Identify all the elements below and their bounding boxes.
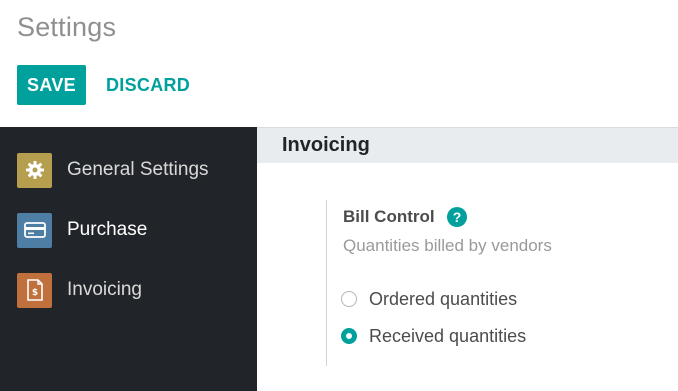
setting-description: Quantities billed by vendors (343, 236, 552, 255)
sidebar-item-label: Purchase (67, 219, 148, 240)
setting-title: Bill Control (343, 207, 435, 226)
question-circle-icon[interactable]: ? (447, 207, 467, 227)
sidebar-item-general-settings[interactable]: General Settings (0, 144, 257, 196)
radio-label: Ordered quantities (369, 288, 518, 309)
radio-label: Received quantities (369, 325, 527, 346)
discard-button[interactable]: DISCARD (96, 65, 196, 105)
radio-option-ordered-quantities[interactable]: Ordered quantities (341, 287, 517, 311)
section-title: Invoicing (282, 134, 370, 156)
radio-button[interactable] (341, 328, 357, 344)
invoice-icon: $ (17, 272, 52, 308)
radio-option-received-quantities[interactable]: Received quantities (341, 324, 526, 348)
settings-page: Settings SAVE DISCARD General Settings P… (0, 0, 678, 391)
sidebar-item-purchase[interactable]: Purchase (0, 204, 257, 256)
section-header: Invoicing (257, 127, 678, 163)
credit-card-icon (17, 212, 52, 248)
control-panel: Settings SAVE DISCARD (0, 0, 678, 127)
settings-main: Invoicing Bill Control ? Quantities bill… (257, 127, 678, 391)
radio-button[interactable] (341, 291, 357, 307)
gear-icon (17, 152, 52, 188)
page-title: Settings (17, 12, 117, 42)
sidebar-item-invoicing[interactable]: $ Invoicing (0, 264, 257, 316)
settings-sidebar: General Settings Purchase $ Invoicing (0, 127, 257, 391)
svg-text:$: $ (31, 288, 37, 298)
save-button[interactable]: SAVE (17, 65, 86, 105)
sidebar-item-label: General Settings (67, 159, 209, 180)
setting-divider (326, 200, 327, 366)
sidebar-item-label: Invoicing (67, 279, 142, 300)
